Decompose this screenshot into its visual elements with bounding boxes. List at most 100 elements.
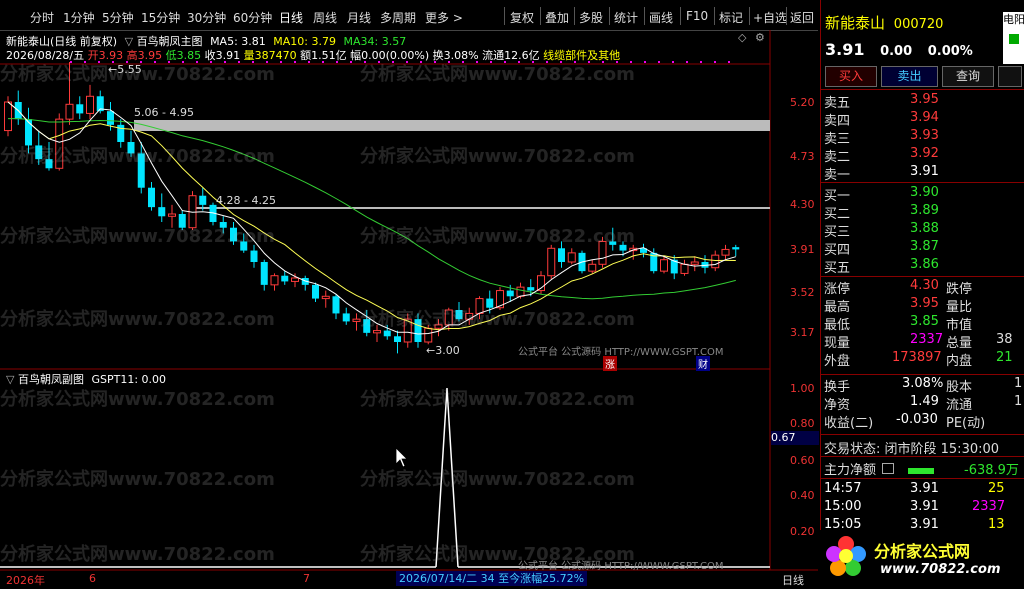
y-tick: 3.17 <box>790 326 815 339</box>
order-row: 买三 3.88 <box>824 221 939 240</box>
sub-y-tick: 1.00 <box>790 382 815 395</box>
divider <box>820 89 1024 90</box>
order-row: 卖一 3.91 <box>824 164 939 183</box>
logo-url: www.70822.com <box>880 562 1001 577</box>
candle-body <box>86 95 94 114</box>
candle-body <box>270 275 279 286</box>
marker-dot <box>350 61 352 63</box>
candle-body <box>199 195 207 205</box>
x-period-label[interactable]: 日线 <box>782 572 804 588</box>
x-label-year: 2026年 <box>6 574 45 587</box>
stock-header: 新能泰山 000720 <box>825 12 943 33</box>
stats-grid: 涨停 4.30 跌停 最高 3.95 量比 最低 3.85 市值 现量 2337 总量 38 外盘… <box>824 278 1013 369</box>
ma5-line <box>7 101 736 335</box>
watermark: 分析家公式网www.70822.com <box>360 146 635 167</box>
indicator-dropdown-icon[interactable]: ▽ <box>6 373 14 386</box>
logo-text: 分析家公式网 <box>874 542 971 561</box>
annot-range2: 4.28 - 4.25 <box>216 194 276 207</box>
marker-dot <box>728 61 730 63</box>
query-button[interactable]: 查询 <box>942 66 994 87</box>
cai-tag[interactable]: 财 <box>696 356 710 371</box>
candle-body <box>148 187 155 208</box>
candle-body <box>76 104 84 114</box>
x-label-july: 7 <box>303 572 310 585</box>
settings-icon: ⚙ <box>755 31 765 44</box>
price-row: 3.91 0.00 0.00% <box>825 40 973 59</box>
candle-body <box>721 248 730 256</box>
divider <box>820 182 1024 183</box>
candle-body <box>547 247 556 277</box>
side-tab[interactable]: 电阳 <box>1003 12 1024 64</box>
candle-body <box>342 313 350 322</box>
platform-watermark-sub: 公式平台 公式源码 HTTP://WWW.GSPT.COM <box>518 561 724 572</box>
candle-body <box>567 252 576 263</box>
marker-dot <box>714 61 716 63</box>
order-row: 卖三 3.93 <box>824 128 939 147</box>
candle-body <box>516 286 525 297</box>
candle-body <box>383 330 391 337</box>
divider <box>820 434 1024 435</box>
marker-dot <box>308 61 310 63</box>
buy-button[interactable]: 买入 <box>825 66 877 87</box>
candle-body <box>732 247 740 250</box>
tick-list[interactable]: 14:57 3.91 25 15:00 3.91 2337 15:05 3.91 13 <box>820 481 1024 537</box>
x-label-june: 6 <box>89 572 96 585</box>
menu-icon[interactable] <box>882 463 895 474</box>
candle-body <box>281 275 289 282</box>
arrow-icon: ← <box>426 344 436 357</box>
candle-body <box>250 250 258 262</box>
watermark: 分析家公式网www.70822.com <box>360 226 635 247</box>
y-tick: 4.30 <box>790 198 815 211</box>
last-price: 3.91 <box>825 40 865 59</box>
watermark: 分析家公式网www.70822.com <box>360 309 635 330</box>
order-row: 买一 3.90 <box>824 185 939 204</box>
platform-watermark-main: 公式平台 公式源码 HTTP://WWW.GSPT.COM <box>518 347 724 358</box>
watermark: 分析家公式网www.70822.com <box>0 544 275 565</box>
divider <box>820 478 1024 479</box>
gspt11-value: GSPT11: 0.00 <box>91 373 167 386</box>
annot-low: ←3.00 <box>426 344 460 357</box>
candle-body <box>690 261 699 265</box>
candle-body <box>4 101 12 132</box>
candle-body <box>506 290 514 297</box>
marker-dot <box>686 61 688 63</box>
flower-logo-icon <box>826 536 866 576</box>
tick-row: 14:57 3.91 25 <box>824 481 1005 496</box>
sub-chart-header: ▽ 百鸟朝凤副图 GSPT11: 0.00 <box>6 371 166 387</box>
watermark: 分析家公式网www.70822.com <box>0 469 275 490</box>
candle-body <box>352 318 361 322</box>
sub-y-tick: 0.80 <box>790 417 815 430</box>
candle-body <box>558 248 565 262</box>
candle-body <box>158 207 166 217</box>
diamond-icon: ◇ <box>738 31 747 44</box>
watermark: 分析家公式网www.70822.com <box>360 469 635 490</box>
candle-body <box>65 103 74 120</box>
trade-status: 交易状态: 闭市阶段 15:30:00 <box>824 442 1000 457</box>
candle-body <box>107 111 114 125</box>
flow-bar <box>908 467 935 474</box>
sub-y-tick: 0.40 <box>790 489 815 502</box>
marker-dot <box>700 61 702 63</box>
resistance-zone-upper <box>134 120 770 131</box>
sell-button[interactable]: 卖出 <box>881 66 938 87</box>
candle-body <box>680 263 689 274</box>
extra-button[interactable] <box>998 66 1022 87</box>
watermark: 分析家公式网www.70822.com <box>360 389 635 410</box>
tick-row: 15:00 3.91 2337 <box>824 499 1006 514</box>
candle-body <box>711 254 720 269</box>
marker-dot <box>280 61 282 63</box>
watermark: 分析家公式网www.70822.com <box>0 146 275 167</box>
watermark: 分析家公式网www.70822.com <box>360 64 635 85</box>
order-row: 卖四 3.94 <box>824 110 939 129</box>
candle-body <box>332 296 340 314</box>
price-change: 0.00 <box>880 44 913 59</box>
zhang-tag[interactable]: 涨 <box>603 356 617 371</box>
status-square-icon <box>1009 34 1019 44</box>
order-row: 卖二 3.92 <box>824 146 939 165</box>
candle-body <box>321 295 330 300</box>
sub-indicator-name: 百鸟朝凤副图 <box>17 373 84 386</box>
watermark: 分析家公式网www.70822.com <box>0 389 275 410</box>
marker-dot <box>658 61 660 63</box>
kline-chart[interactable]: ◇ ⚙ <box>0 0 820 589</box>
marker-dot <box>322 61 324 63</box>
